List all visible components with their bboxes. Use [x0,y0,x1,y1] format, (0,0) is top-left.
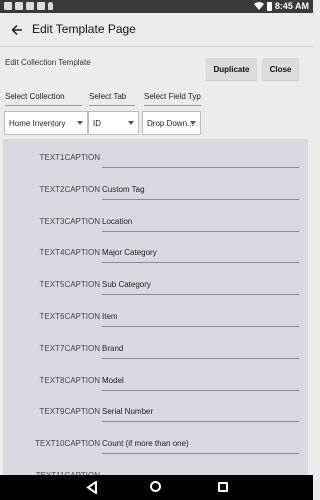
field-caption-input[interactable]: Brand [102,344,123,353]
field-caption-label: TEXT10CAPTION [35,439,100,449]
navigation-bar [0,475,313,500]
section-label: Edit Collection Template [5,58,91,67]
tab-value: ID [93,118,101,128]
field-row: TEXT9CAPTION Serial Number [3,401,308,423]
field-caption-label: TEXT3CAPTION [39,216,100,226]
field-row: TEXT11CAPTION [3,465,308,475]
dropdown-arrow-icon [190,121,196,125]
field-row: TEXT4CAPTION Major Category [3,242,308,264]
select-tab-header: Select Tab [89,92,135,106]
collection-dropdown[interactable]: Home Inventory [4,111,88,135]
field-row: TEXT3CAPTION Location [3,211,308,233]
field-caption-label: TEXT6CAPTION [39,312,100,321]
field-caption-label: TEXT2CAPTION [39,184,100,194]
notification-icon [26,2,34,10]
wifi-icon [253,2,264,10]
tab-dropdown[interactable]: ID [88,111,139,135]
input-underline [102,326,299,327]
collection-value: Home Inventory [9,118,66,128]
dropdown-arrow-icon [128,121,134,125]
field-caption-label: TEXT7CAPTION [39,343,100,353]
field-caption-list: TEXT1CAPTION TEXT2CAPTION Custom Tag TEXT3C… [3,139,308,475]
status-system: 8:45 AM [253,1,309,11]
close-button[interactable]: Close [262,58,299,80]
field-caption-input[interactable]: Major Category [102,248,157,257]
field-row: TEXT1CAPTION [3,147,308,169]
input-underline [102,262,299,264]
input-underline [102,357,299,359]
arrow-left-icon[interactable] [8,21,26,39]
recents-square-icon[interactable] [218,482,228,492]
field-caption-input[interactable]: Count (if more than one) [102,439,189,448]
field-caption-input[interactable]: Serial Number [102,407,153,416]
page-title: Edit Template Page [32,22,136,36]
field-caption-label: TEXT1CAPTION [39,153,100,162]
input-underline [102,230,299,232]
dropdown-arrow-icon [77,121,83,125]
field-row: TEXT7CAPTION Brand [3,338,308,360]
status-time: 8:45 AM [274,1,309,11]
field-row: TEXT8CAPTION Model [3,370,308,392]
field-caption-input[interactable]: Model [102,376,124,385]
field-caption-label: TEXT5CAPTION [39,280,100,290]
notification-icon [37,2,45,10]
field-caption-input[interactable]: Custom Tag [102,185,145,194]
duplicate-button[interactable]: Duplicate [206,58,257,80]
field-row: TEXT5CAPTION Sub Category [3,274,308,296]
select-field-type-header: Select Field Type [144,92,201,106]
field-caption-label: TEXT8CAPTION [39,375,100,385]
home-circle-icon[interactable] [150,481,161,492]
input-underline [102,421,299,423]
field-type-dropdown[interactable]: Drop Down... [142,111,201,135]
field-caption-input[interactable]: Location [102,217,132,226]
app-bar: Edit Template Page [0,13,313,47]
status-bar: 8:45 AM [0,0,313,13]
field-caption-label: TEXT9CAPTION [39,407,100,417]
field-type-value: Drop Down... [147,118,194,128]
field-caption-input[interactable]: Item [102,312,118,321]
pin-icon [48,2,53,10]
input-underline [102,198,299,200]
input-underline [102,294,299,296]
field-row: TEXT10CAPTION Count (if more than one) [3,433,308,455]
field-row: TEXT6CAPTION Item [3,306,308,328]
input-underline [102,389,299,391]
field-caption-label: TEXT4CAPTION [39,248,100,258]
field-row: TEXT2CAPTION Custom Tag [3,179,308,201]
notification-icon [15,2,23,10]
input-underline [102,167,299,168]
notification-icon [4,2,12,10]
input-underline [102,453,299,455]
status-notifications [4,2,53,10]
battery-icon [266,1,272,11]
select-collection-header: Select Collection [5,92,82,106]
field-caption-input[interactable]: Sub Category [102,280,151,289]
back-triangle-icon[interactable] [86,481,98,494]
